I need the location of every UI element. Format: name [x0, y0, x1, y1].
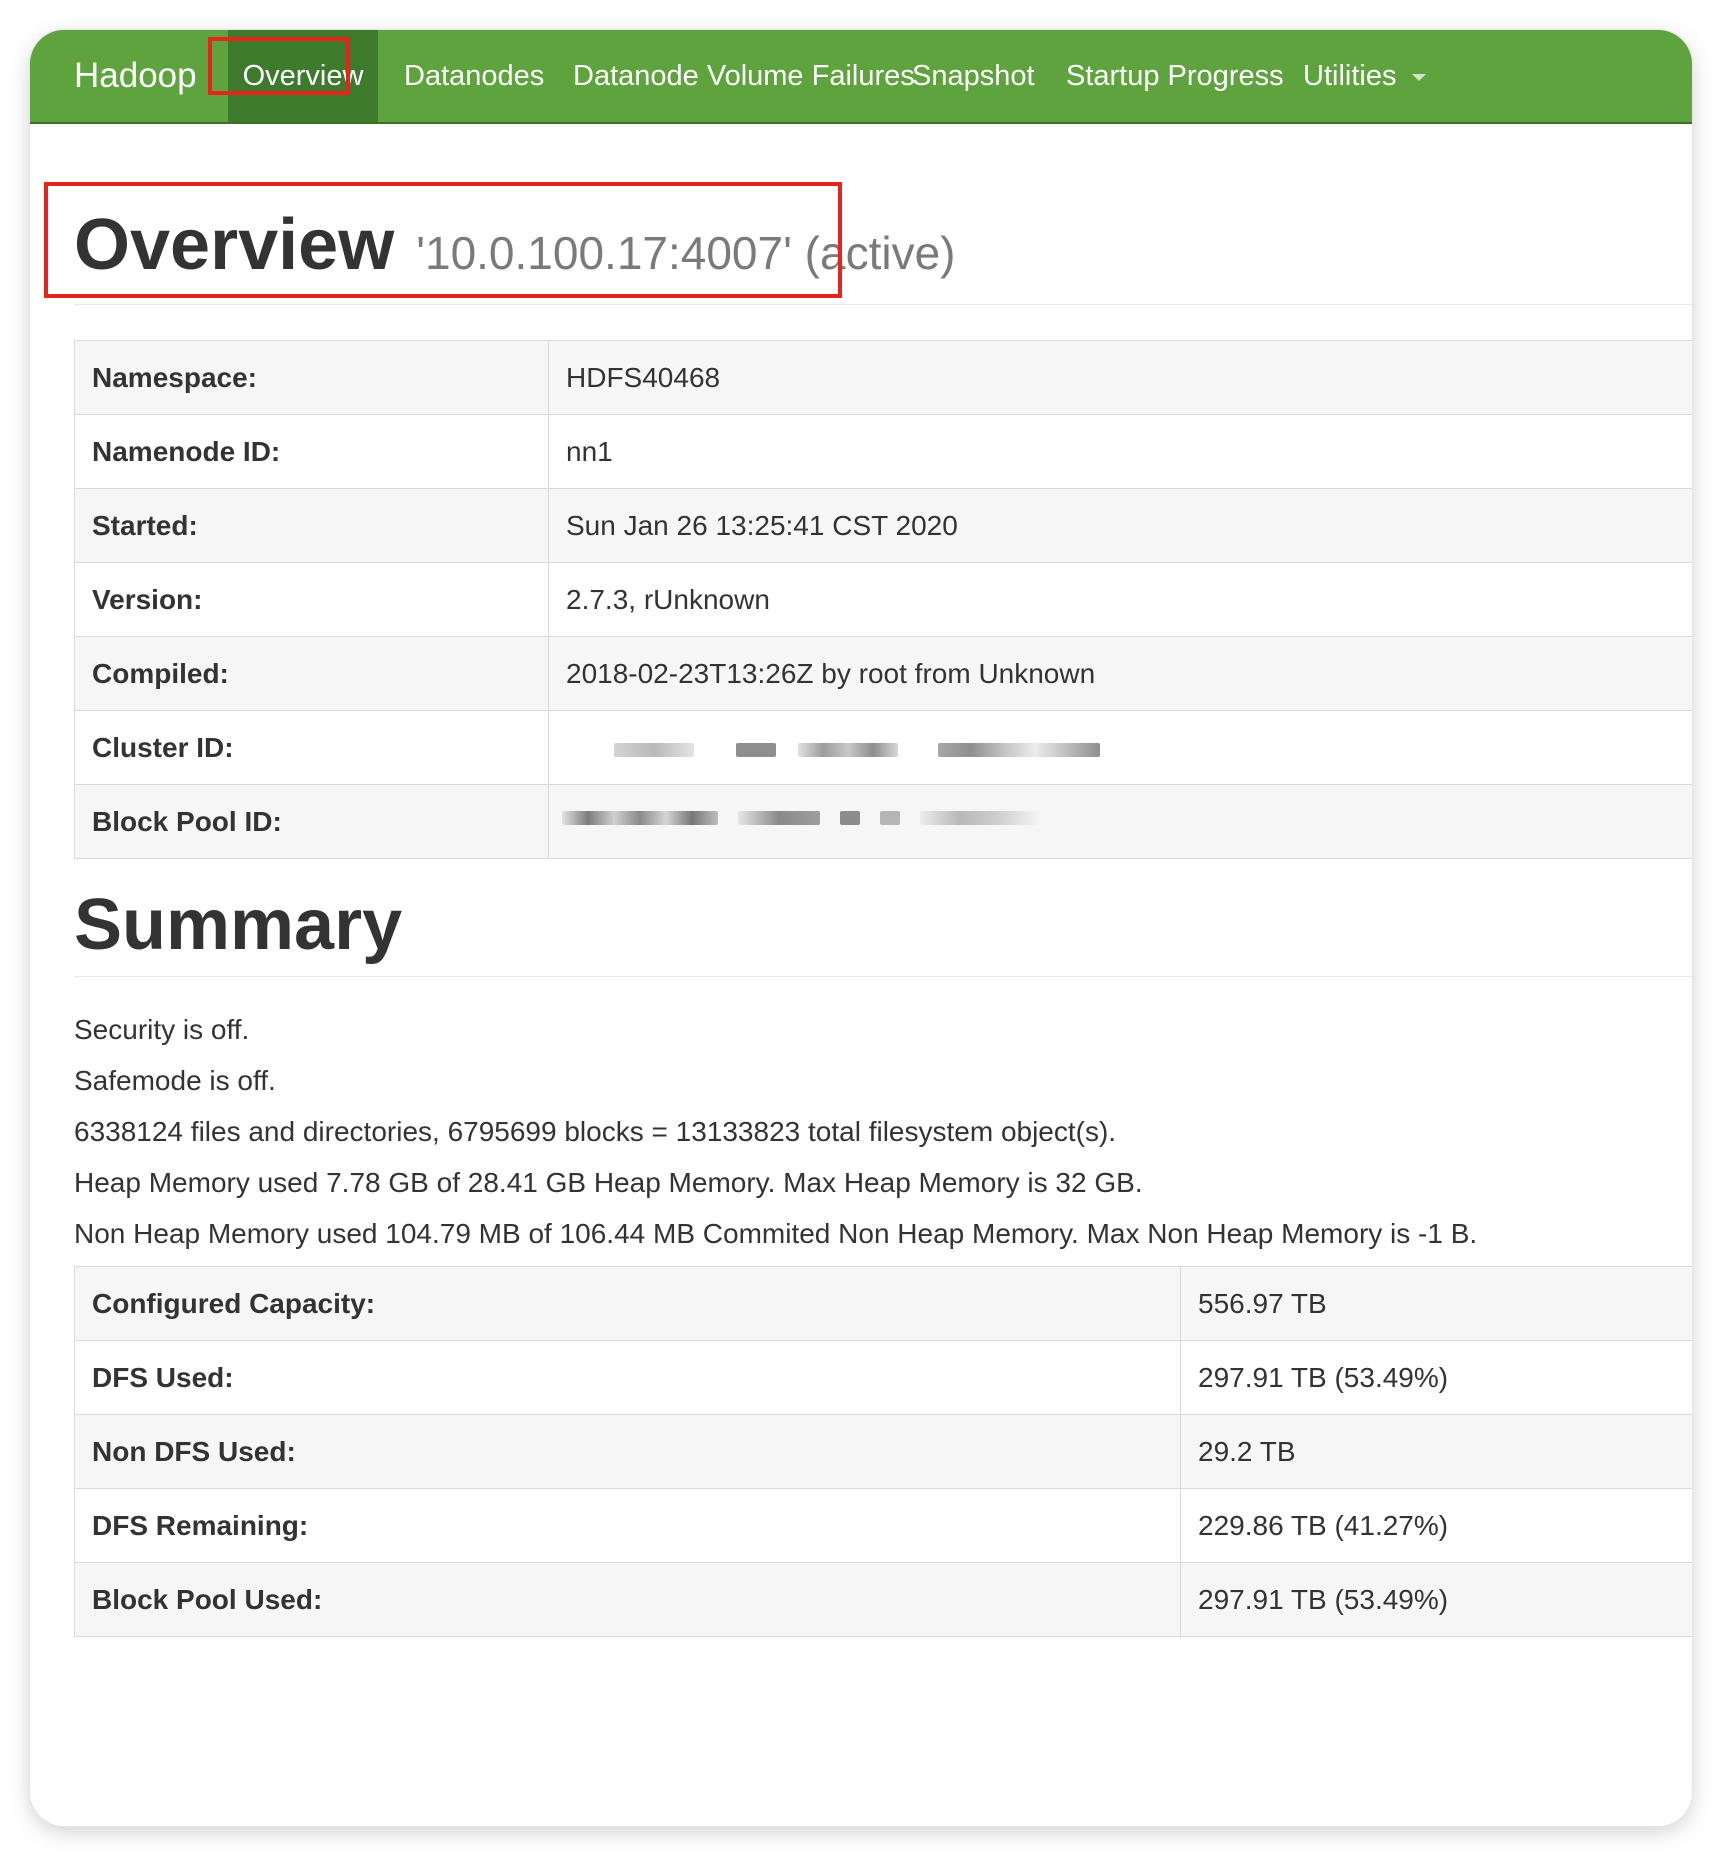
- nav-startup-progress[interactable]: Startup Progress: [1066, 30, 1284, 122]
- compiled-label: Compiled:: [74, 636, 549, 711]
- started-value: Sun Jan 26 13:25:41 CST 2020: [548, 488, 1692, 563]
- caret-down-icon: [1412, 73, 1427, 81]
- compiled-value: 2018-02-23T13:26Z by root from Unknown: [548, 636, 1692, 711]
- started-label: Started:: [74, 488, 549, 563]
- filesystem-objects: 6338124 files and directories, 6795699 b…: [74, 1116, 1117, 1147]
- table-row: Cluster ID:: [74, 710, 1692, 785]
- page-header: Overview '10.0.100.17:4007' (active): [74, 204, 1692, 286]
- version-label: Version:: [74, 562, 549, 637]
- namenode-id-label: Namenode ID:: [74, 414, 549, 489]
- configured-capacity-label: Configured Capacity:: [74, 1266, 1181, 1341]
- namenode-address: '10.0.100.17:4007' (active): [416, 227, 956, 279]
- security-status: Security is off.: [74, 1014, 250, 1045]
- table-row: Version: 2.7.3, rUnknown: [74, 562, 1692, 637]
- table-row: Non DFS Used: 29.2 TB: [74, 1414, 1692, 1489]
- table-row: Namespace: HDFS40468: [74, 340, 1692, 415]
- dfs-used-value: 297.91 TB (53.49%): [1180, 1340, 1692, 1415]
- namespace-label: Namespace:: [74, 340, 549, 415]
- non-dfs-used-label: Non DFS Used:: [74, 1414, 1181, 1489]
- table-row: Compiled: 2018-02-23T13:26Z by root from…: [74, 636, 1692, 711]
- nav-startup-progress-label: Startup Progress: [1066, 60, 1284, 92]
- dfs-used-label: DFS Used:: [74, 1340, 1181, 1415]
- non-dfs-used-value: 29.2 TB: [1180, 1414, 1692, 1489]
- browser-frame: Hadoop Overview Datanodes Datanode Volum…: [30, 30, 1692, 1826]
- nav-snapshot[interactable]: Snapshot: [912, 30, 1035, 122]
- table-row: DFS Used: 297.91 TB (53.49%): [74, 1340, 1692, 1415]
- summary-divider: [74, 976, 1692, 977]
- dfs-remaining-value: 229.86 TB (41.27%): [1180, 1488, 1692, 1563]
- nav-datanodes[interactable]: Datanodes: [404, 30, 544, 122]
- nav-datanode-volume-failures[interactable]: Datanode Volume Failures: [573, 30, 915, 122]
- namenode-id-value: nn1: [548, 414, 1692, 489]
- table-row: Block Pool Used: 297.91 TB (53.49%): [74, 1562, 1692, 1637]
- namespace-value: HDFS40468: [548, 340, 1692, 415]
- header-divider: [74, 304, 1692, 305]
- block-pool-used-value: 297.91 TB (53.49%): [1180, 1562, 1692, 1637]
- nav-snapshot-label: Snapshot: [912, 60, 1035, 92]
- safemode-status: Safemode is off.: [74, 1065, 276, 1096]
- block-pool-id-label: Block Pool ID:: [74, 784, 549, 859]
- brand-logo[interactable]: Hadoop: [74, 30, 197, 122]
- dfs-remaining-label: DFS Remaining:: [74, 1488, 1181, 1563]
- table-row: Namenode ID: nn1: [74, 414, 1692, 489]
- cluster-id-label: Cluster ID:: [74, 710, 549, 785]
- configured-capacity-value: 556.97 TB: [1180, 1266, 1692, 1341]
- block-pool-used-label: Block Pool Used:: [74, 1562, 1181, 1637]
- page-title: Overview: [74, 205, 395, 285]
- capacity-table: Configured Capacity: 556.97 TB DFS Used:…: [74, 1266, 1692, 1637]
- non-heap-memory: Non Heap Memory used 104.79 MB of 106.44…: [74, 1218, 1478, 1249]
- summary-title: Summary: [74, 885, 403, 965]
- cluster-id-value-redacted: [548, 710, 1692, 785]
- nav-overview-label: Overview: [242, 60, 364, 92]
- top-navbar: Hadoop Overview Datanodes Datanode Volum…: [30, 30, 1692, 124]
- nav-utilities-label: Utilities: [1303, 60, 1397, 92]
- nav-datanode-volume-failures-label: Datanode Volume Failures: [573, 60, 915, 92]
- table-row: DFS Remaining: 229.86 TB (41.27%): [74, 1488, 1692, 1563]
- nav-overview[interactable]: Overview: [228, 30, 378, 122]
- table-row: Block Pool ID:: [74, 784, 1692, 859]
- nav-utilities-dropdown[interactable]: Utilities: [1303, 30, 1427, 122]
- version-value: 2.7.3, rUnknown: [548, 562, 1692, 637]
- block-pool-id-value-redacted: [548, 784, 1692, 859]
- nav-datanodes-label: Datanodes: [404, 60, 545, 92]
- table-row: Started: Sun Jan 26 13:25:41 CST 2020: [74, 488, 1692, 563]
- table-row: Configured Capacity: 556.97 TB: [74, 1266, 1692, 1341]
- overview-table: Namespace: HDFS40468 Namenode ID: nn1 St…: [74, 340, 1692, 859]
- heap-memory: Heap Memory used 7.78 GB of 28.41 GB Hea…: [74, 1167, 1143, 1198]
